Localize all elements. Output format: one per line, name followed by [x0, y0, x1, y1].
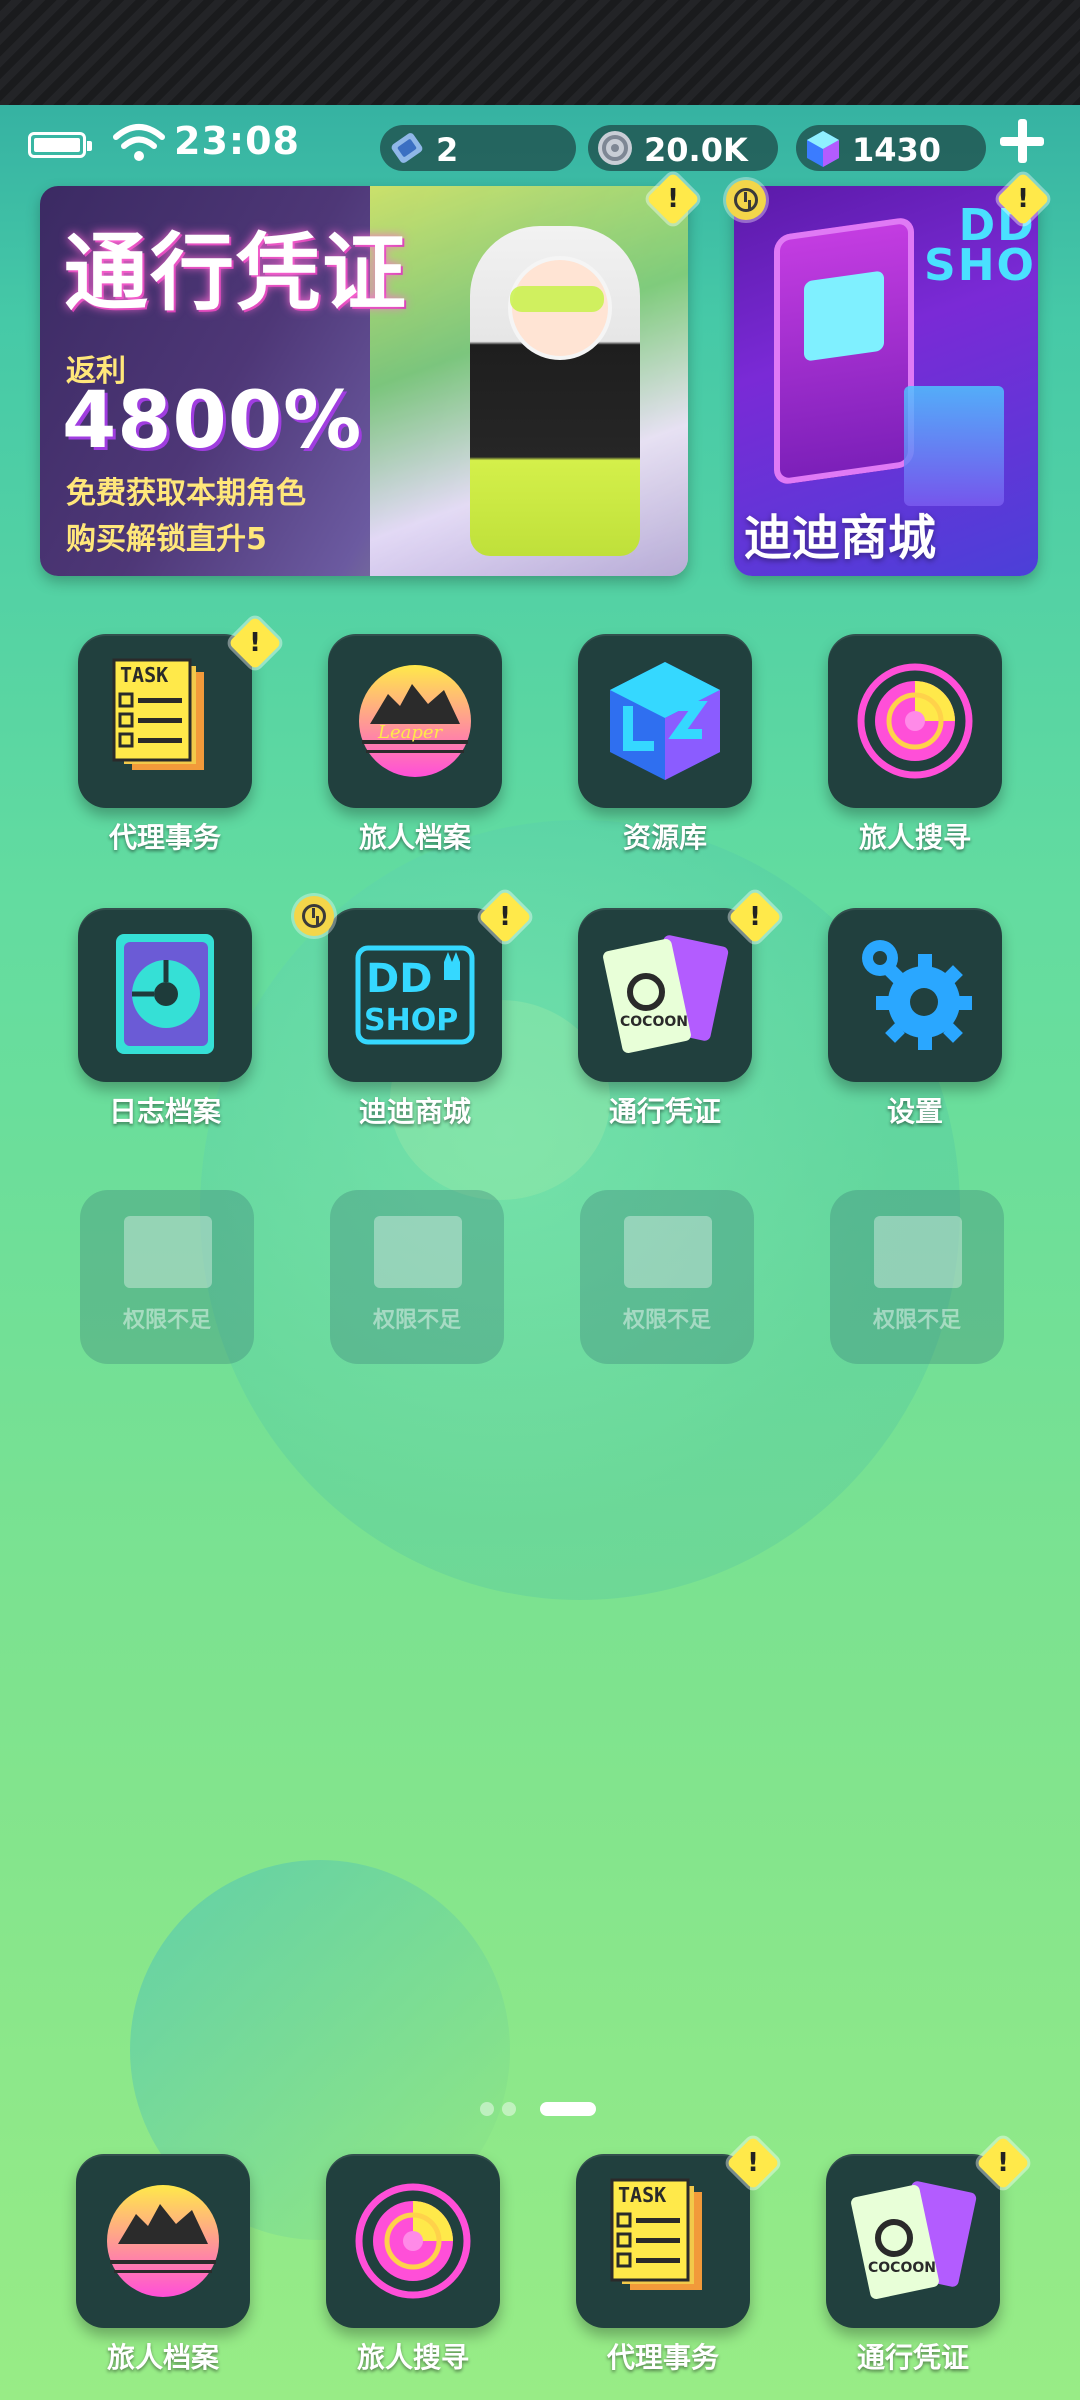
app-label: 旅人搜寻: [858, 821, 971, 854]
app-label: 通行凭证: [856, 2341, 969, 2374]
shop-banner[interactable]: DD SHOP 迪迪商城: [734, 186, 1038, 576]
alert-badge-icon: !: [726, 2136, 780, 2190]
coin-counter[interactable]: 20.0K: [588, 125, 778, 171]
app-proxy-tasks[interactable]: TASK 代理事务 !: [26, 616, 282, 854]
ticket-icon: [391, 133, 423, 163]
top-notch: [0, 0, 1080, 105]
pass-banner-line1: 免费获取本期角色: [66, 476, 306, 511]
page-indicator: [480, 2098, 600, 2118]
locked-label: 权限不足: [122, 1308, 211, 1333]
wifi-icon: [113, 124, 165, 161]
gem-cube-icon: [807, 131, 839, 167]
dock-leaper-search[interactable]: 旅人搜寻: [274, 2154, 524, 2374]
radar-icon: [857, 663, 973, 779]
status-bar: 23:08 2 20.0K 1430: [0, 115, 1080, 175]
gear-icon: [862, 940, 972, 1050]
cocoon-pass-icon: COCOON: [851, 2181, 977, 2300]
cocoon-pass-icon: COCOON: [603, 935, 729, 1054]
alert-badge-icon: !: [976, 2136, 1030, 2190]
app-label: 设置: [886, 1095, 943, 1128]
alert-badge-icon: !: [228, 616, 282, 670]
svg-text:Leaper: Leaper: [377, 722, 444, 743]
svg-text:DD: DD: [366, 956, 432, 1002]
folder-icon: [874, 1216, 962, 1288]
clock: 23:08: [174, 119, 300, 163]
app-leaper-search[interactable]: 旅人搜寻: [776, 634, 1026, 854]
clock-badge-icon: [726, 180, 766, 220]
app-label: 资源库: [622, 821, 707, 854]
dock-pass[interactable]: COCOON 通行凭证 !: [774, 2136, 1030, 2374]
ticket-count: 2: [436, 131, 459, 169]
dock-leaper-archives[interactable]: 旅人档案: [24, 2154, 274, 2374]
coin-icon: [598, 131, 632, 165]
folder-icon: [374, 1216, 462, 1288]
app-log-archives[interactable]: 日志档案: [26, 908, 276, 1128]
locked-slot: 权限不足: [528, 1190, 778, 1410]
app-label: 旅人档案: [358, 821, 471, 854]
app-label: 旅人搜寻: [356, 2341, 469, 2374]
alert-badge-icon: !: [478, 890, 532, 944]
disk-icon: [116, 934, 214, 1054]
dock-proxy-tasks[interactable]: TASK 代理事务 !: [524, 2136, 780, 2374]
app-pass[interactable]: COCOON 通行凭证 !: [526, 890, 782, 1128]
coin-count: 20.0K: [644, 131, 748, 169]
locked-slot: 权限不足: [778, 1190, 1028, 1410]
shop-banner-title: 迪迪商城: [744, 510, 937, 566]
app-resource-library[interactable]: 资源库: [526, 634, 776, 854]
locked-label: 权限不足: [622, 1308, 711, 1333]
leaper-archives-icon: [107, 2185, 219, 2297]
alert-badge-icon: !: [646, 172, 700, 226]
cart-illustration: [904, 386, 1004, 506]
app-label: 代理事务: [606, 2341, 719, 2374]
locked-label: 权限不足: [372, 1308, 461, 1333]
svg-text:COCOON: COCOON: [868, 2260, 936, 2276]
svg-text:COCOON: COCOON: [620, 1014, 688, 1030]
page-dot-active[interactable]: [540, 2102, 596, 2116]
locked-label: 权限不足: [872, 1308, 961, 1333]
svg-text:TASK: TASK: [618, 2183, 666, 2207]
app-label: 代理事务: [108, 821, 221, 854]
page-dot[interactable]: [502, 2102, 516, 2116]
clock-badge-icon: [294, 896, 334, 936]
pass-banner[interactable]: 通行凭证 返利 4800% 免费获取本期角色 购买解锁直升5: [40, 186, 688, 576]
resource-cube-icon: [610, 662, 720, 780]
gem-count: 1430: [852, 131, 942, 169]
app-leaper-archives[interactable]: Leaper 旅人档案: [276, 634, 526, 854]
alert-badge-icon: !: [728, 890, 782, 944]
app-settings[interactable]: 设置: [776, 908, 1026, 1128]
folder-icon: [124, 1216, 212, 1288]
pass-banner-title: 通行凭证: [64, 224, 409, 322]
vending-screen: [804, 270, 884, 362]
app-label: 旅人档案: [106, 2341, 219, 2374]
app-label: 日志档案: [108, 1095, 221, 1128]
pass-banner-line2: 购买解锁直升5: [66, 522, 267, 557]
gem-counter[interactable]: 1430: [796, 125, 986, 171]
task-icon: TASK: [112, 658, 204, 770]
app-label: 通行凭证: [608, 1095, 721, 1128]
add-currency-button[interactable]: [998, 117, 1046, 165]
svg-text:TASK: TASK: [120, 663, 168, 687]
pass-banner-rebate-value: 4800%: [62, 376, 363, 466]
radar-icon: [355, 2183, 471, 2299]
task-icon: TASK: [610, 2178, 702, 2290]
svg-text:SHOP: SHOP: [364, 1003, 458, 1038]
ticket-counter[interactable]: 2: [380, 125, 576, 171]
locked-slot: 权限不足: [278, 1190, 528, 1410]
alert-badge-icon: !: [996, 172, 1050, 226]
battery-icon: [28, 132, 92, 158]
page-dot[interactable]: [480, 2102, 494, 2116]
app-dd-shop[interactable]: DD SHOP 迪迪商城 !: [276, 890, 532, 1128]
locked-slot: 权限不足: [28, 1190, 278, 1410]
dd-shop-icon: DD SHOP: [355, 945, 475, 1045]
character-goggles: [510, 286, 604, 312]
app-label: 迪迪商城: [358, 1095, 471, 1128]
leaper-archives-icon: Leaper: [359, 665, 471, 777]
folder-icon: [624, 1216, 712, 1288]
